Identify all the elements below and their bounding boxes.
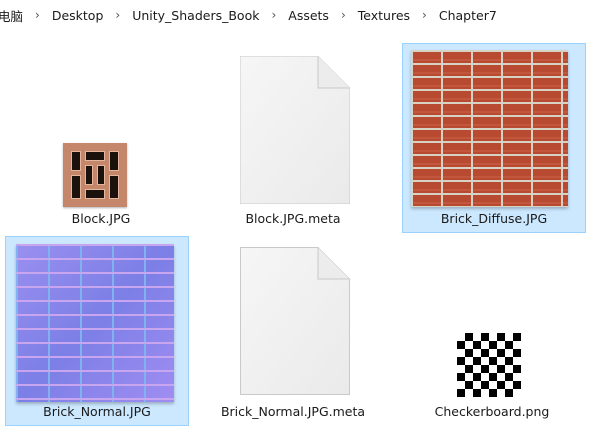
breadcrumb-textures[interactable]: Textures <box>356 8 412 23</box>
breadcrumb-separator-icon[interactable]: › <box>261 8 286 22</box>
breadcrumb: 电脑 › Desktop › Unity_Shaders_Book › Asse… <box>0 0 597 30</box>
block-texture-thumbnail <box>63 143 127 207</box>
file-name: Brick_Diffuse.JPG <box>440 211 548 226</box>
file-item-brick-diffuse-jpg[interactable]: Brick_Diffuse.JPG <box>402 43 586 233</box>
breadcrumb-desktop[interactable]: Desktop <box>50 8 106 23</box>
breadcrumb-separator-icon[interactable]: › <box>412 8 437 22</box>
file-item-brick-normal-jpg[interactable]: Brick_Normal.JPG <box>5 236 189 426</box>
checkerboard-thumbnail <box>457 333 521 397</box>
file-item-checkerboard-png[interactable]: Checkerboard.png <box>400 236 584 426</box>
file-name: Block.JPG <box>71 211 131 226</box>
breadcrumb-computer[interactable]: 电脑 <box>0 6 25 25</box>
brick-normal-thumbnail <box>16 244 174 402</box>
file-name: Brick_Normal.JPG.meta <box>220 404 366 419</box>
file-name: Block.JPG.meta <box>245 211 341 226</box>
breadcrumb-unity-shaders-book[interactable]: Unity_Shaders_Book <box>130 8 261 23</box>
file-name: Brick_Normal.JPG <box>43 404 151 419</box>
breadcrumb-chapter7[interactable]: Chapter7 <box>437 8 499 23</box>
breadcrumb-separator-icon[interactable]: › <box>331 8 356 22</box>
brick-diffuse-thumbnail <box>411 50 568 207</box>
file-name: Checkerboard.png <box>434 404 550 419</box>
file-item-block-jpg-meta[interactable]: Block.JPG.meta <box>201 43 385 233</box>
breadcrumb-separator-icon[interactable]: › <box>105 8 130 22</box>
breadcrumb-separator-icon[interactable]: › <box>25 8 50 22</box>
file-item-block-jpg[interactable]: Block.JPG <box>9 43 193 233</box>
breadcrumb-assets[interactable]: Assets <box>286 8 331 23</box>
blank-file-icon <box>240 247 350 395</box>
file-item-brick-normal-jpg-meta[interactable]: Brick_Normal.JPG.meta <box>201 236 385 426</box>
blank-file-icon <box>240 56 350 204</box>
